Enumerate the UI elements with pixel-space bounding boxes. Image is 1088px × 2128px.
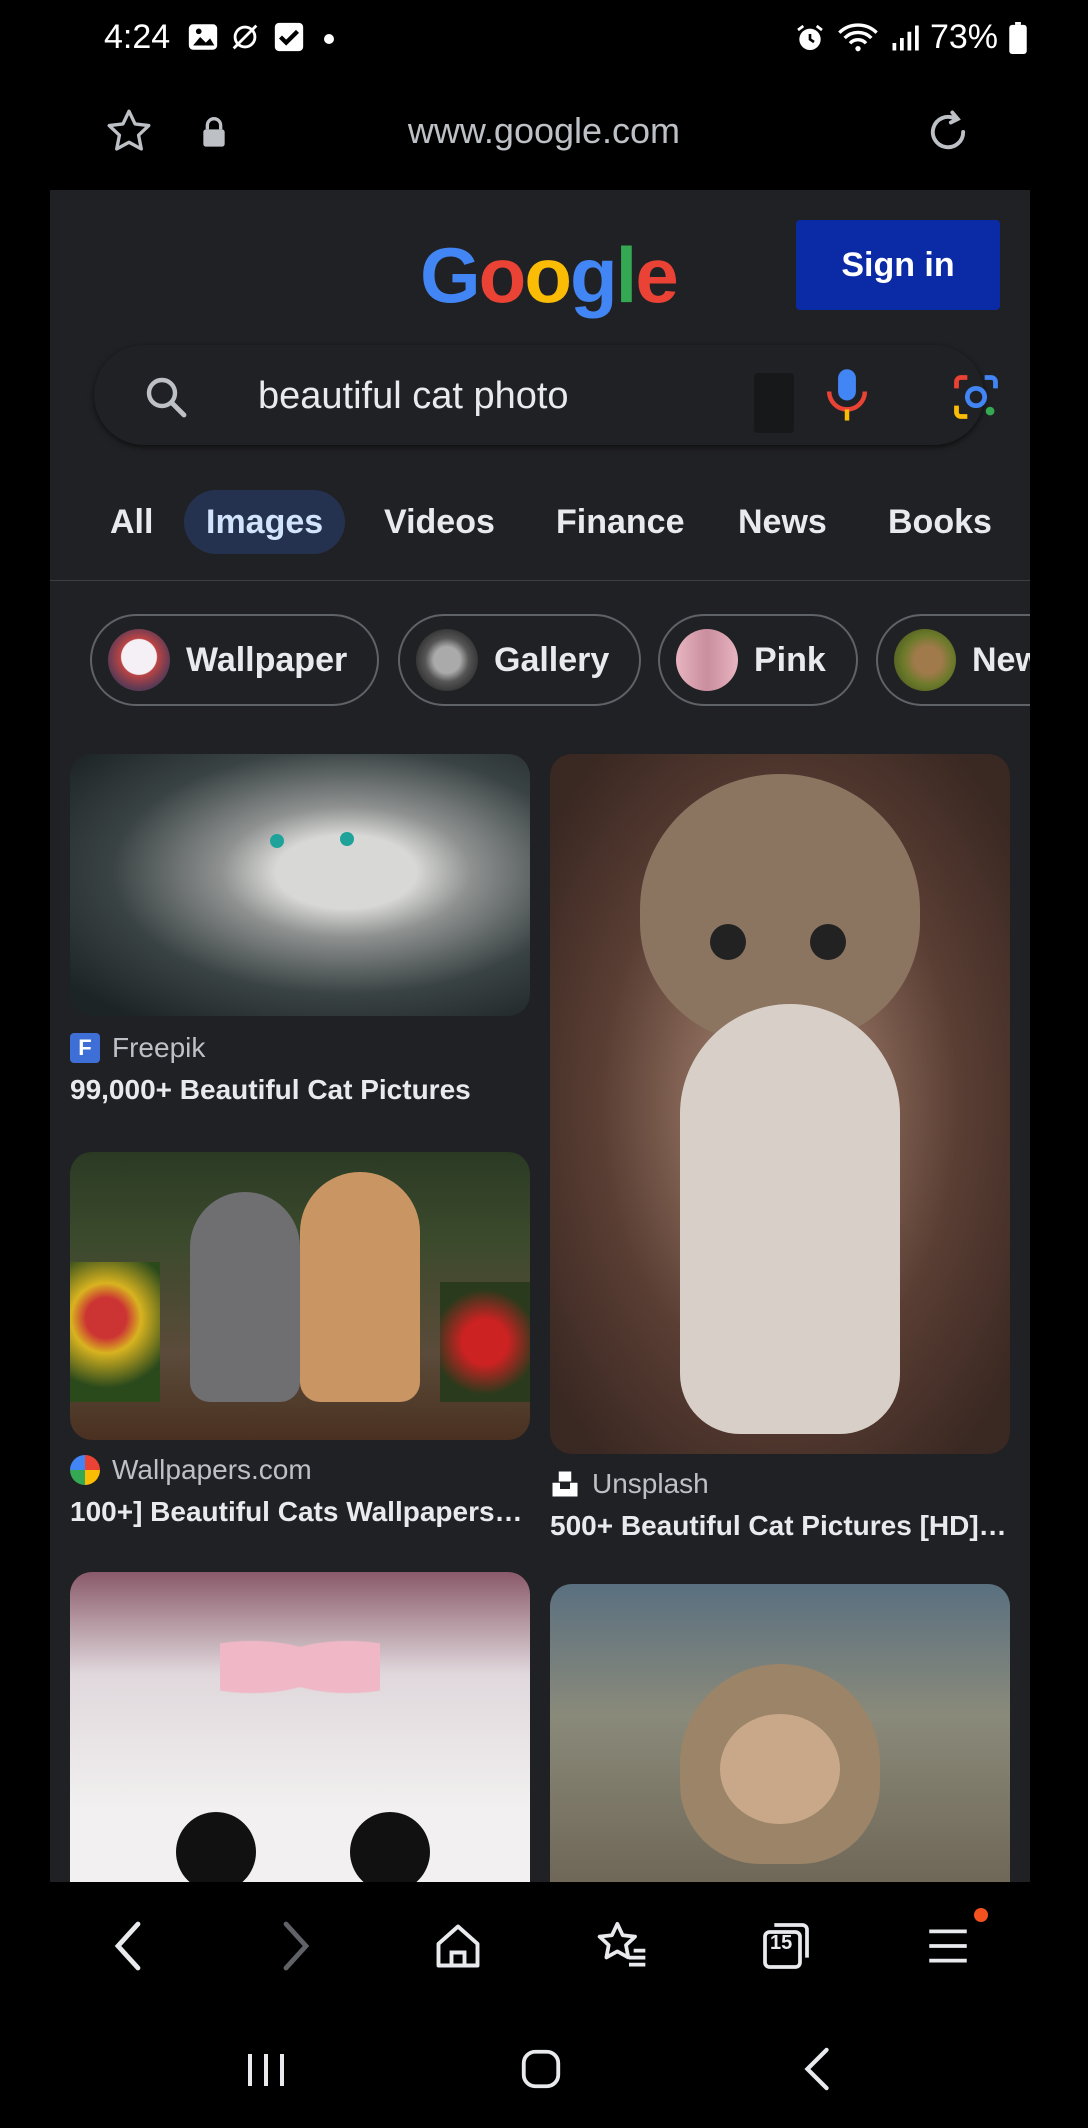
- webpage: Google Sign in beautiful cat photo All I…: [50, 190, 1030, 1882]
- result-source[interactable]: Wallpapers.com: [70, 1454, 312, 1486]
- logo-letter: g: [569, 231, 618, 319]
- flowers: [440, 1282, 530, 1402]
- kitten-orange: [300, 1172, 420, 1402]
- tab-books[interactable]: Books: [866, 490, 1014, 554]
- home-button[interactable]: [428, 1916, 488, 1976]
- sign-in-button[interactable]: Sign in: [796, 220, 1000, 310]
- result-title[interactable]: 500+ Beautiful Cat Pictures [HD] |...: [550, 1510, 1010, 1542]
- notification-dot: [974, 1908, 988, 1922]
- wallpapers-icon: [70, 1455, 100, 1485]
- system-nav-bar: [0, 2006, 1088, 2128]
- reload-icon[interactable]: [922, 106, 974, 158]
- recent-apps-icon[interactable]: [244, 2050, 288, 2090]
- flowers: [70, 1262, 160, 1402]
- browser-toolbar: www.google.com: [0, 78, 1088, 190]
- tab-all[interactable]: All: [88, 490, 175, 554]
- chip-label: New: [972, 640, 1030, 679]
- forward-button[interactable]: [266, 1916, 326, 1976]
- gallery-icon: [188, 24, 218, 50]
- microphone-icon[interactable]: [824, 367, 870, 425]
- status-right: 73%: [794, 18, 1028, 57]
- logo-letter: e: [635, 231, 678, 319]
- home-system-icon[interactable]: [518, 2046, 564, 2092]
- chip-pink[interactable]: Pink: [658, 614, 858, 706]
- kitten-body: [680, 1004, 900, 1434]
- chip-new[interactable]: New: [876, 614, 1030, 706]
- chip-gallery[interactable]: Gallery: [398, 614, 642, 706]
- logo-letter: o: [478, 231, 527, 319]
- chip-thumbnail: [108, 629, 170, 691]
- tab-finance[interactable]: Finance: [534, 490, 706, 554]
- alarm-off-icon: [232, 24, 258, 50]
- menu-icon: [929, 1929, 967, 1963]
- forward-icon: [283, 1921, 310, 1971]
- pink-bow: [220, 1622, 380, 1712]
- chip-wallpaper[interactable]: Wallpaper: [90, 614, 380, 706]
- kitten-eye: [710, 924, 746, 960]
- menu-button[interactable]: [918, 1916, 978, 1976]
- logo-letter: G: [420, 231, 481, 319]
- result-image-hood-kitten[interactable]: [550, 1584, 1010, 1882]
- logo-letter: o: [524, 231, 572, 319]
- chip-label: Wallpaper: [186, 640, 348, 679]
- search-box[interactable]: beautiful cat photo: [94, 345, 998, 445]
- chip-label: Pink: [754, 640, 826, 679]
- tab-videos[interactable]: Videos: [362, 490, 517, 554]
- tab-news[interactable]: News: [716, 490, 849, 554]
- bookmarks-icon: [597, 1921, 646, 1967]
- search-tabs: All Images Videos Finance News Books: [50, 490, 1030, 581]
- kitten-eye: [810, 924, 846, 960]
- result-source[interactable]: F Freepik: [70, 1032, 205, 1064]
- cat-eye: [340, 832, 354, 846]
- back-icon: [114, 1921, 141, 1971]
- result-title[interactable]: 100+] Beautiful Cats Wallpapers |...: [70, 1496, 530, 1528]
- signal-icon: [892, 25, 919, 50]
- result-image-wallpapers[interactable]: [70, 1152, 530, 1440]
- kitten-face: [720, 1714, 840, 1824]
- source-name: Wallpapers.com: [112, 1454, 312, 1485]
- kitten-gray: [190, 1192, 300, 1402]
- tabs-button[interactable]: 15: [756, 1916, 816, 1976]
- cat-eye: [350, 1812, 430, 1882]
- clear-area[interactable]: [754, 373, 794, 433]
- unsplash-icon: [552, 1471, 578, 1497]
- cat-eye: [176, 1812, 256, 1882]
- result-image-white-cat[interactable]: [70, 1572, 530, 1882]
- result-source[interactable]: Unsplash: [550, 1468, 709, 1500]
- tab-count: 15: [770, 1932, 793, 1954]
- browser-bottom-nav: 15: [0, 1882, 1088, 2006]
- freepik-icon: F: [70, 1033, 100, 1063]
- battery-percent: 73%: [929, 18, 998, 56]
- google-logo[interactable]: Google: [420, 230, 679, 321]
- back-button[interactable]: [98, 1916, 158, 1976]
- dot-icon: [324, 34, 334, 44]
- bookmarks-button[interactable]: [592, 1916, 652, 1976]
- cat-eye: [270, 834, 284, 848]
- back-system-icon[interactable]: [800, 2046, 834, 2092]
- checkbox-icon: [274, 22, 304, 52]
- logo-letter: l: [615, 231, 638, 319]
- chip-thumbnail: [676, 629, 738, 691]
- status-bar: 4:24 73%: [0, 0, 1088, 78]
- home-icon: [436, 1924, 480, 1968]
- source-name: Unsplash: [592, 1468, 709, 1499]
- status-time: 4:24: [104, 18, 171, 56]
- tab-images[interactable]: Images: [184, 490, 346, 554]
- chip-thumbnail: [416, 629, 478, 691]
- wifi-icon: [838, 22, 878, 51]
- result-image-freepik[interactable]: [70, 754, 530, 1016]
- chip-thumbnail: [894, 629, 956, 691]
- result-image-unsplash[interactable]: [550, 754, 1010, 1454]
- source-name: Freepik: [112, 1032, 206, 1063]
- alarm-icon: [797, 24, 823, 50]
- lens-camera-icon[interactable]: [950, 371, 1002, 423]
- search-input[interactable]: beautiful cat photo: [258, 375, 569, 418]
- search-icon[interactable]: [142, 373, 190, 421]
- chip-label: Gallery: [494, 640, 610, 679]
- result-title[interactable]: 99,000+ Beautiful Cat Pictures: [70, 1074, 530, 1106]
- battery-icon: [1009, 21, 1027, 54]
